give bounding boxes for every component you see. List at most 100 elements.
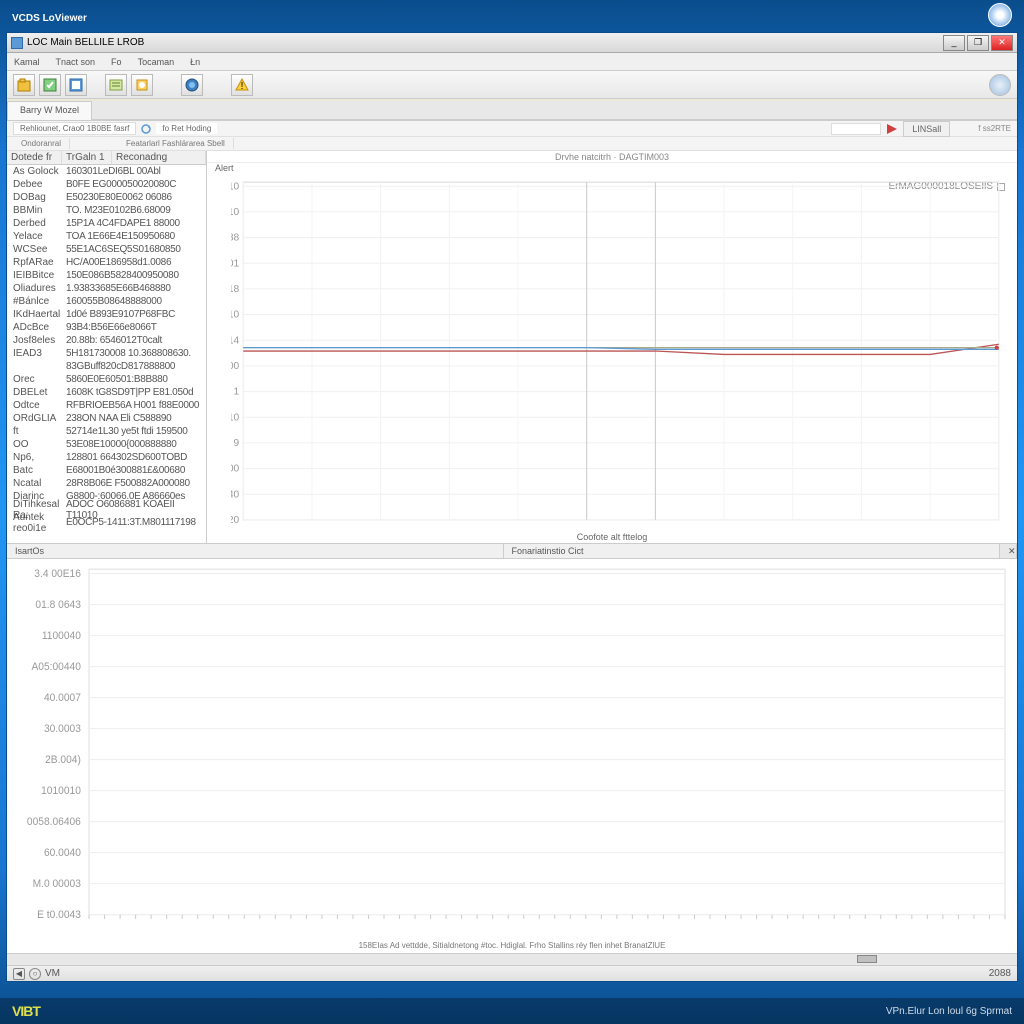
svg-text:4 1: 4 1	[231, 387, 239, 398]
menu-item[interactable]: Tocaman	[135, 57, 178, 67]
table-row[interactable]: OO53E08E10000{000888880	[7, 438, 206, 451]
svg-text:100: 100	[231, 361, 239, 372]
data-panel: Dotede fr TrGaln 1 Reconadng As Golock16…	[7, 151, 207, 543]
menu-item[interactable]: Tnact son	[53, 57, 99, 67]
table-row[interactable]: IEAD35H181730008 10.368808630.	[7, 347, 206, 360]
data-rows: As Golock160301LeDI6BL 00AblDebeeB0FE EG…	[7, 165, 206, 529]
status-year: 2088	[989, 968, 1011, 979]
table-row[interactable]: Np6,128801 664302SD600TOBD	[7, 451, 206, 464]
minimize-button[interactable]: _	[943, 35, 965, 51]
tool-button-4[interactable]	[105, 74, 127, 96]
status-stop-icon[interactable]: ○	[29, 968, 41, 980]
svg-text:6 14: 6 14	[231, 335, 239, 346]
table-row[interactable]: Josf8eles20.88b: 6546012T0calt	[7, 334, 206, 347]
tab-main[interactable]: Barry W Mozel	[7, 101, 92, 120]
info-status[interactable]: LINSall	[903, 121, 950, 137]
brand-text: VIBT	[12, 1003, 40, 1019]
warning-flag-icon	[885, 122, 899, 136]
svg-text:1010010: 1010010	[41, 785, 81, 797]
table-row[interactable]: WCSee55E1AC6SEQ5S01680850	[7, 243, 206, 256]
info-row-1: Rehliounet, Crao0 1B0BE fasrf fo Ret Hod…	[7, 121, 1017, 137]
lower-chart[interactable]: 3.4 00E1601.8 06431100040A05:0044040.000…	[87, 567, 1007, 930]
table-row[interactable]: YelaceTOA 1E66E4E150950680	[7, 230, 206, 243]
chart-alert-label: Alert	[207, 163, 1017, 174]
scrollbar-thumb[interactable]	[857, 955, 877, 963]
col-header[interactable]: Dotede fr	[7, 151, 62, 164]
tool-button-6[interactable]	[181, 74, 203, 96]
menu-item[interactable]: Łn	[187, 57, 203, 67]
table-row[interactable]: As Golock160301LeDI6BL 00Abl	[7, 165, 206, 178]
lower-scrollbar[interactable]	[7, 953, 1017, 965]
col-header[interactable]: Reconadng	[112, 151, 206, 164]
help-icon[interactable]	[989, 74, 1011, 96]
table-row[interactable]: ft52714e1L30 ye5t ftdi 159500	[7, 425, 206, 438]
desktop-taskbar: VIBT VPn.Elur Lon loul 6g Sprmat	[0, 998, 1024, 1024]
table-row[interactable]: 83GBuff820cD817888800	[7, 360, 206, 373]
table-row[interactable]: DOBagE50230E80E0062 06086	[7, 191, 206, 204]
svg-text:18: 18	[231, 284, 239, 295]
table-row[interactable]: Ncatal28R8B06É F500882A000080	[7, 477, 206, 490]
table-row[interactable]: ADcBce93B4:B56E66e8066T	[7, 321, 206, 334]
info-row-2: Ondoranral Featarlarl Fashlárarea Sbell	[7, 137, 1017, 151]
data-table-header: Dotede fr TrGaln 1 Reconadng	[7, 151, 206, 165]
info2-cell: Ondoranral	[13, 138, 70, 149]
svg-text:0 10: 0 10	[231, 310, 239, 321]
upper-chart-panel: Drvhe natcitrh · DAGTIM003 Alert ErMAG00…	[207, 151, 1017, 543]
close-button[interactable]: ✕	[991, 35, 1013, 51]
menu-item[interactable]: Fo	[108, 57, 125, 67]
lower-chart-panel: 3.4 00E1601.8 06431100040A05:0044040.000…	[7, 559, 1017, 938]
svg-text:M.0 00003: M.0 00003	[33, 878, 81, 890]
tool-button-1[interactable]	[13, 74, 35, 96]
lower-footer-text: 158EIas Ad vettdde, Sitialdnetong #toc. …	[7, 938, 1017, 953]
table-row[interactable]: Derbed15P1A 4C4FDAPE1 88000	[7, 217, 206, 230]
svg-text:40.0007: 40.0007	[44, 692, 81, 704]
toolbar: !	[7, 71, 1017, 99]
table-row[interactable]: BBMinTO. M23E0102B6.68009	[7, 204, 206, 217]
refresh-icon[interactable]	[140, 123, 152, 135]
lower-right-title[interactable]: Fonariatinstio Cict	[504, 544, 1001, 558]
table-row[interactable]: OdtceRFBRIOEB56A H001 f88E0000	[7, 399, 206, 412]
table-row[interactable]: RpfARaeHC/A00E186958d1.0086	[7, 256, 206, 269]
outer-header: VCDS LoViewer	[0, 0, 1024, 30]
info-cell: Rehliounet, Crao0 1B0BE fasrf	[13, 122, 136, 135]
menubar: Kamal Tnact son Fo Tocaman Łn	[7, 53, 1017, 71]
lower-close-icon[interactable]: ✕	[1000, 544, 1017, 558]
lower-left-title[interactable]: IsartOs	[7, 544, 504, 558]
status-back-icon[interactable]: ◀	[13, 968, 25, 980]
window-title: LOC Main BELLILE LROB	[27, 37, 144, 48]
table-row[interactable]: #Bánlce160055B08648888000	[7, 295, 206, 308]
svg-text:1 01: 1 01	[231, 258, 239, 269]
tool-button-3[interactable]	[65, 74, 87, 96]
status-bar: ◀ ○ VM 2088	[7, 965, 1017, 981]
tool-button-2[interactable]	[39, 74, 61, 96]
chart-title: Drvhe natcitrh · DAGTIM003	[207, 151, 1017, 163]
info2-cell: Featarlarl Fashlárarea Sbell	[118, 138, 234, 149]
menu-item[interactable]: Kamal	[11, 57, 43, 67]
svg-text:A05:00440: A05:00440	[31, 661, 81, 673]
app-icon	[11, 37, 23, 49]
table-row[interactable]: Orec5860E0E60501:B8B880	[7, 373, 206, 386]
svg-text:3.4 00E16: 3.4 00E16	[34, 568, 81, 580]
table-row[interactable]: Auntek reo0i1eE0OCP5-1411:3T.M801117198	[7, 516, 206, 529]
table-row[interactable]: Oliadures1.93833685E66B468880	[7, 282, 206, 295]
taskbar-info: VPn.Elur Lon loul 6g Sprmat	[886, 1006, 1012, 1017]
table-row[interactable]: IKdHaertal1d0é B893E9107P68FBC	[7, 308, 206, 321]
svg-text:10: 10	[231, 181, 239, 192]
svg-text:100: 100	[231, 464, 239, 475]
svg-text:1100040: 1100040	[42, 630, 81, 642]
table-row[interactable]: IEIBBitce150E086B5828400950080	[7, 269, 206, 282]
col-header[interactable]: TrGaln 1	[62, 151, 112, 164]
tool-button-7[interactable]: !	[231, 74, 253, 96]
svg-text:E t0.0043: E t0.0043	[37, 909, 81, 921]
upper-chart[interactable]: 101 101881 01180 106 141004 11 109100402…	[231, 178, 1007, 528]
svg-text:20: 20	[231, 515, 239, 526]
table-row[interactable]: DBELet1608K tG8SD9T|PP E81.050d	[7, 386, 206, 399]
brand-logo-icon	[988, 3, 1012, 27]
table-row[interactable]: DebeeB0FE EG000050020080C	[7, 178, 206, 191]
svg-text:30.0003: 30.0003	[44, 723, 81, 735]
maximize-button[interactable]: ❐	[967, 35, 989, 51]
svg-text:9: 9	[233, 438, 239, 449]
table-row[interactable]: ORdGLIA238ON NAA Eli C588890	[7, 412, 206, 425]
tool-button-5[interactable]	[131, 74, 153, 96]
table-row[interactable]: BatcE68001B0é300881£&00680	[7, 464, 206, 477]
